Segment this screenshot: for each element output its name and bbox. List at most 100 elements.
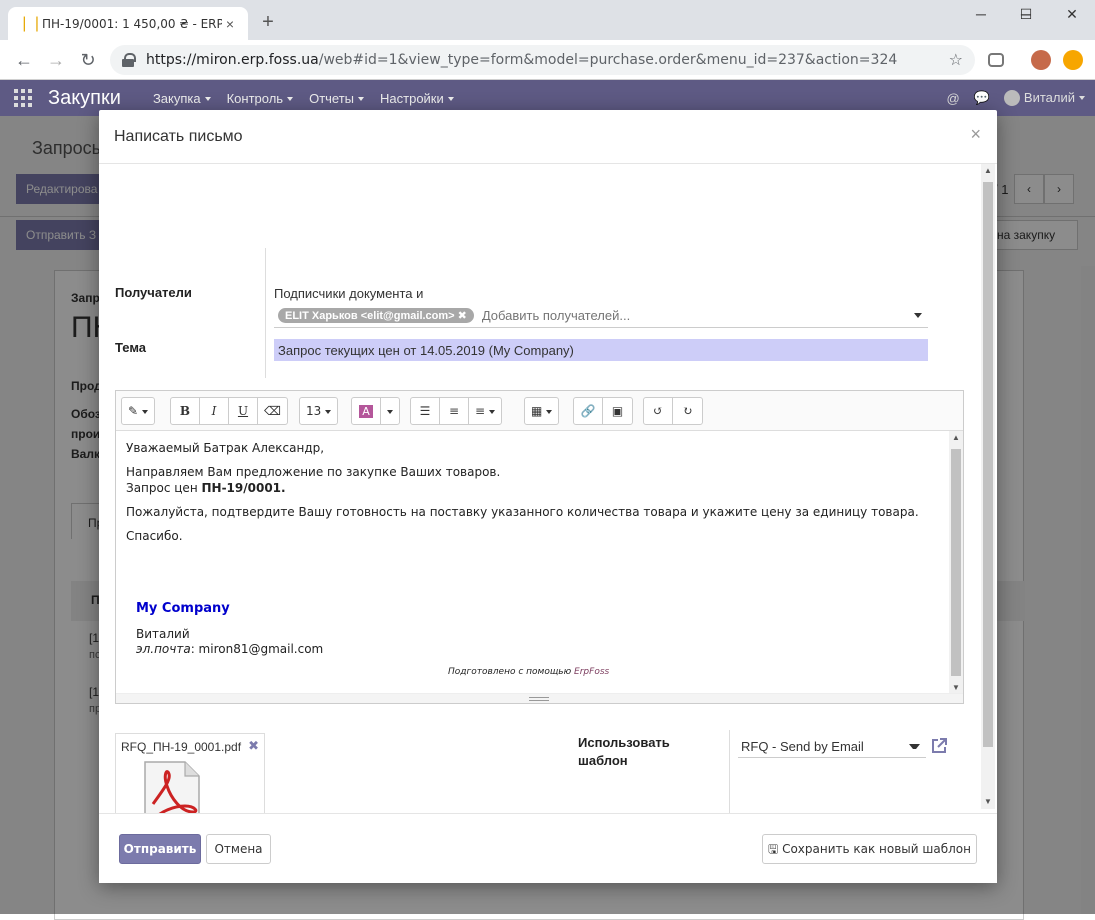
body-line: Запрос цен ПН-19/0001.: [126, 481, 286, 495]
close-icon[interactable]: ×: [970, 124, 981, 145]
chevron-down-icon[interactable]: [914, 313, 922, 318]
email-label: эл.почта: [136, 642, 191, 656]
font-size-dropdown[interactable]: 13: [300, 398, 337, 424]
table-group: ▦: [524, 397, 560, 425]
body-line: Направляем Вам предложение по закупке Ва…: [126, 465, 501, 479]
template-select[interactable]: RFQ - Send by Email: [738, 736, 926, 758]
html-editor: ✎ B I U ⌫ 13 A ☰ ≡ ≡ ▦ 🔗 ▣ ↺ ↻ Уважаемый…: [115, 390, 964, 704]
menu-reports-label: Отчеты: [309, 90, 355, 106]
body-line: Пожалуйста, подтвердите Вашу готовность …: [126, 505, 919, 519]
user-name: Виталий: [1023, 89, 1075, 105]
dialog-body: Получатели Подписчики документа и ELIT Х…: [99, 164, 997, 813]
font-style-group: B I U ⌫: [170, 397, 288, 425]
eraser-icon[interactable]: ⌫: [258, 398, 287, 424]
recipients-note: Подписчики документа и: [274, 286, 424, 301]
signer-email: эл.почта: miron81@gmail.com: [136, 642, 323, 656]
remove-tag-icon[interactable]: ✖: [458, 310, 467, 322]
template-label: Использовать шаблон: [578, 734, 670, 770]
activity-icon[interactable]: @: [947, 91, 960, 106]
image-icon[interactable]: ▣: [603, 398, 632, 424]
dialog-title: Написать письмо: [114, 128, 243, 145]
menu-purchase[interactable]: Закупка: [153, 91, 211, 106]
recipients-field[interactable]: ELIT Харьков <elit@gmail.com> ✖: [274, 304, 928, 328]
email-value: : miron81@gmail.com: [190, 642, 324, 656]
back-icon[interactable]: ←: [12, 48, 36, 72]
extension-icon[interactable]: [988, 53, 1004, 67]
undo-icon[interactable]: ↺: [644, 398, 673, 424]
editor-scrollbar[interactable]: ▲ ▼: [949, 431, 963, 695]
menu-reports[interactable]: Отчеты: [309, 90, 365, 106]
apps-grid-icon[interactable]: [14, 88, 34, 108]
powered-by: Подготовлено с помощью ErpFoss: [448, 667, 609, 677]
address-bar[interactable]: https://miron.erp.foss.ua/web#id=1&view_…: [110, 45, 975, 75]
remove-attachment-icon[interactable]: ✖: [248, 738, 259, 754]
profile-avatar[interactable]: [1031, 50, 1051, 70]
align-dropdown[interactable]: ≡: [469, 398, 501, 424]
rfq-prefix: Запрос цен: [126, 481, 202, 495]
chat-icon[interactable]: 💬: [974, 90, 990, 106]
template-value: RFQ - Send by Email: [741, 739, 864, 754]
italic-button[interactable]: I: [200, 398, 229, 424]
subject-input[interactable]: [274, 339, 928, 361]
cancel-button[interactable]: Отмена: [206, 834, 271, 864]
template-divider: [729, 730, 730, 813]
color-dropdown[interactable]: [381, 398, 399, 424]
insert-group: 🔗 ▣: [573, 397, 633, 425]
underline-button[interactable]: U: [229, 398, 258, 424]
dialog-scroll-thumb[interactable]: [983, 182, 993, 747]
color-group: A: [351, 397, 400, 425]
chevron-down-icon[interactable]: [909, 744, 920, 749]
text-color-icon[interactable]: A: [352, 398, 381, 424]
editor-toolbar: ✎ B I U ⌫ 13 A ☰ ≡ ≡ ▦ 🔗 ▣ ↺ ↻: [116, 391, 963, 431]
dialog-footer: Отправить Отмена 🖫 Сохранить как новый ш…: [99, 813, 997, 883]
new-tab-icon[interactable]: +: [258, 12, 278, 32]
browser-toolbar: ← → ↻ https://miron.erp.foss.ua/web#id=1…: [0, 40, 1095, 80]
numbered-list-icon[interactable]: ≡: [440, 398, 469, 424]
lock-icon: [122, 53, 136, 67]
menu-purchase-label: Закупка: [152, 90, 201, 106]
avatar: [1003, 90, 1020, 107]
url-text[interactable]: https://miron.erp.foss.ua/web#id=1&view_…: [146, 52, 949, 68]
save-template-button[interactable]: 🖫 Сохранить как новый шаблон: [762, 834, 977, 864]
bookmark-star-icon[interactable]: ☆: [949, 50, 963, 70]
editor-content[interactable]: Уважаемый Батрак Александр, Направляем В…: [116, 431, 963, 695]
editor-resize-handle[interactable]: [116, 693, 963, 703]
tab-close-icon[interactable]: ×: [222, 16, 238, 32]
update-icon[interactable]: [1063, 50, 1083, 70]
reload-icon[interactable]: ↻: [76, 48, 100, 72]
attachment-name[interactable]: RFQ_ПН-19_0001.pdf: [121, 740, 241, 754]
erpfoss-link[interactable]: ErpFoss: [574, 667, 609, 677]
link-icon[interactable]: 🔗: [574, 398, 603, 424]
list-group: ☰ ≡ ≡: [410, 397, 503, 425]
thanks-text: Спасибо.: [126, 529, 183, 543]
forward-icon[interactable]: →: [44, 48, 68, 72]
redo-icon[interactable]: ↻: [673, 398, 702, 424]
rfq-number: ПН-19/0001.: [201, 481, 286, 495]
minimize-button-icon[interactable]: ─: [958, 0, 1004, 30]
maximize-window-icon[interactable]: ☐: [1003, 0, 1049, 30]
menu-control[interactable]: Контроль: [227, 91, 294, 106]
add-recipients-input[interactable]: [481, 308, 914, 323]
url-host: https://miron.erp.foss.ua: [146, 52, 319, 68]
recipient-tag-label: ELIT Харьков <elit@gmail.com>: [285, 310, 455, 322]
browser-tabbar: ❘❘ ПН-19/0001: 1 450,00 ₴ - ERP Fo × + ─…: [0, 0, 1095, 40]
dialog-scrollbar[interactable]: ▲ ▼: [981, 164, 995, 809]
attachment-card: RFQ_ПН-19_0001.pdf ✖: [115, 733, 265, 813]
font-size-value: 13: [306, 404, 322, 418]
browser-tab[interactable]: ❘❘ ПН-19/0001: 1 450,00 ₴ - ERP Fo ×: [8, 7, 248, 40]
company-link[interactable]: My Company: [136, 601, 230, 616]
user-menu[interactable]: Виталий: [1003, 89, 1085, 107]
app-brand[interactable]: Закупки: [48, 87, 121, 110]
external-link-icon[interactable]: [930, 737, 948, 755]
recipient-tag[interactable]: ELIT Харьков <elit@gmail.com> ✖: [278, 308, 474, 323]
magic-wand-icon[interactable]: ✎: [122, 398, 154, 424]
bold-button[interactable]: B: [171, 398, 200, 424]
editor-scroll-thumb[interactable]: [951, 449, 961, 676]
table-icon[interactable]: ▦: [525, 398, 558, 424]
bullet-list-icon[interactable]: ☰: [411, 398, 440, 424]
send-button[interactable]: Отправить: [119, 834, 201, 864]
menu-settings[interactable]: Настройки: [380, 91, 454, 106]
close-window-icon[interactable]: ✕: [1049, 0, 1095, 30]
signer-name: Виталий: [136, 627, 190, 641]
label-divider: [265, 248, 266, 378]
